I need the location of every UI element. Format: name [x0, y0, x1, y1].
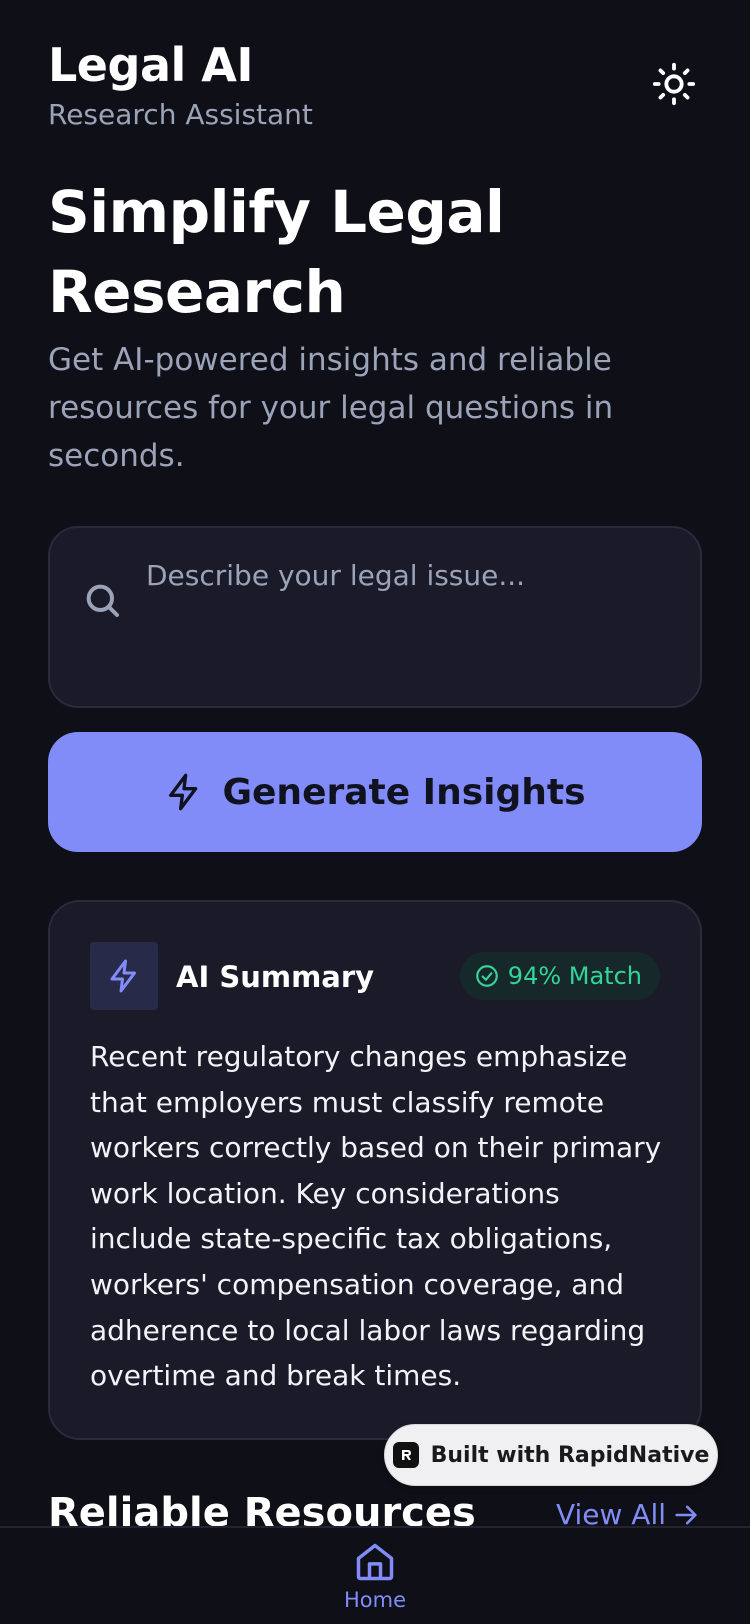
summary-text: Recent regulatory changes emphasize that… — [90, 1040, 662, 1393]
screen: Legal AI Research Assistant Simplify Leg… — [0, 0, 750, 1624]
match-badge: 94% Match — [459, 952, 660, 1000]
lightning-icon — [169, 773, 198, 811]
ai-summary-card: AI Summary 94% Match Recent regulatory c… — [48, 900, 702, 1440]
home-icon — [356, 1543, 394, 1581]
match-label: 94% Match — [507, 962, 642, 990]
hero-description: Get AI-powered insights and reliable res… — [48, 342, 614, 474]
nav-item-home[interactable]: Home — [325, 1540, 425, 1624]
built-with-label: Built with RapidNative — [430, 1442, 710, 1468]
generate-insights-label: Generate Insights — [222, 771, 586, 813]
rapidnative-logo-icon — [392, 1442, 419, 1468]
search-icon — [86, 584, 119, 617]
bottom-nav: Home — [0, 1526, 750, 1624]
search-box[interactable] — [48, 526, 702, 708]
app-subtitle: Research Assistant — [48, 98, 313, 131]
hero-title: Simplify Legal Research — [48, 178, 505, 326]
nav-home-label: Home — [343, 1588, 406, 1612]
search-input[interactable] — [146, 556, 676, 676]
generate-insights-button[interactable]: Generate Insights — [48, 732, 702, 852]
built-with-badge[interactable]: Built with RapidNative — [384, 1424, 718, 1486]
app-title: Legal AI — [48, 38, 253, 92]
summary-icon-box — [90, 942, 158, 1010]
theme-toggle-button[interactable] — [648, 58, 700, 110]
sun-icon — [652, 62, 696, 106]
check-circle-icon — [475, 965, 498, 987]
arrow-right-icon — [675, 1505, 697, 1524]
lightning-icon — [110, 959, 136, 993]
summary-title: AI Summary — [176, 960, 375, 994]
